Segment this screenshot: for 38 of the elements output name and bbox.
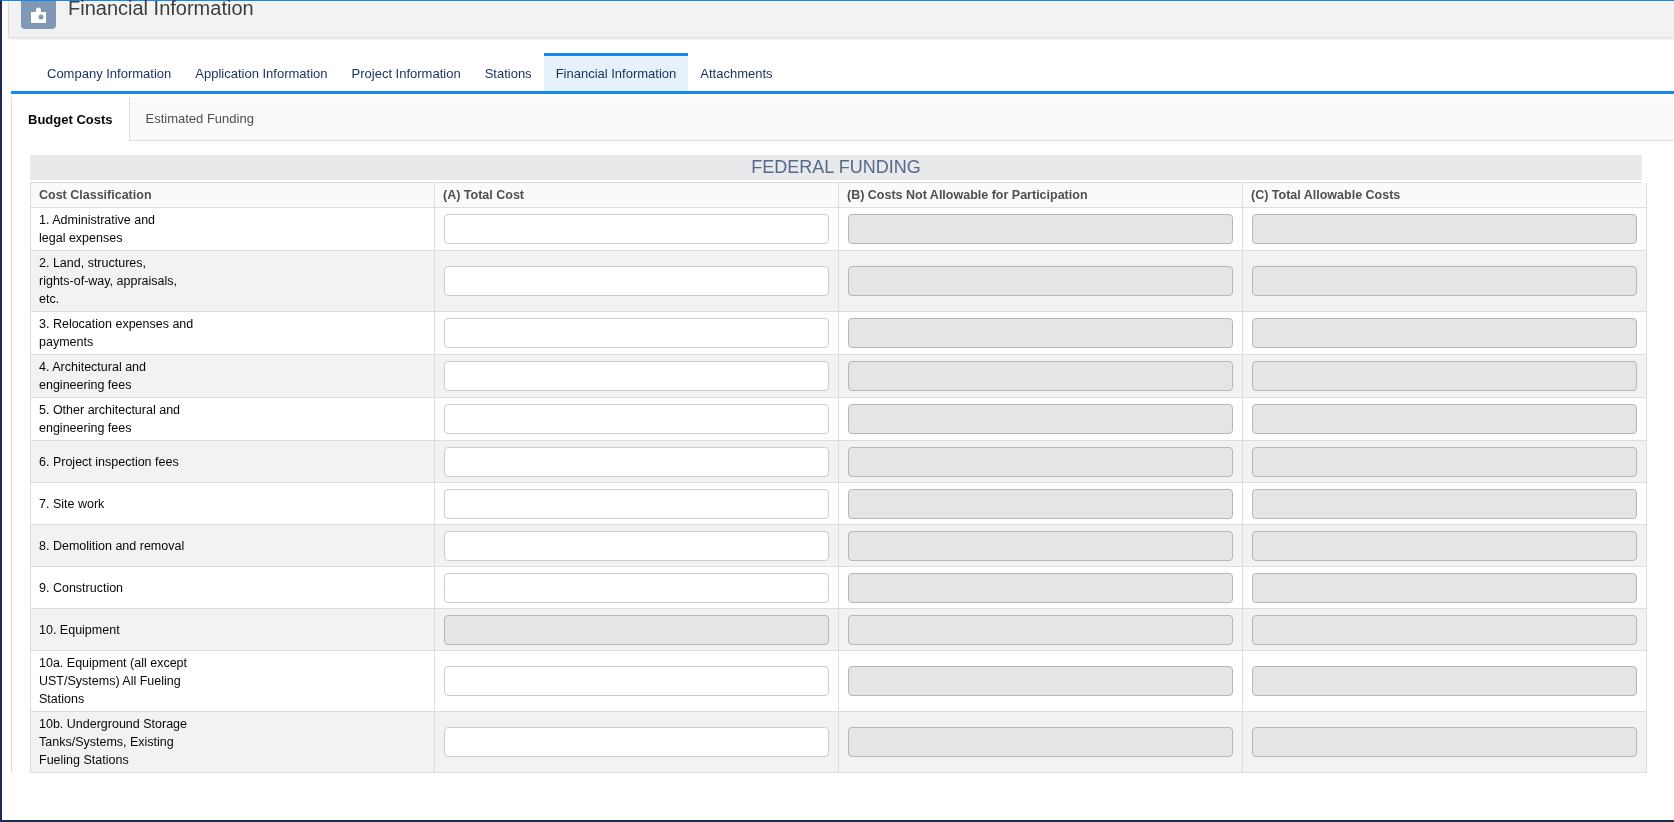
input-field[interactable] (444, 530, 829, 561)
row-label: 1. Administrative and legal expenses (39, 212, 156, 247)
row-label: 6. Project inspection fees (39, 453, 179, 471)
column-header: Cost Classification (31, 183, 435, 208)
tab[interactable]: Attachments (688, 53, 785, 91)
tab[interactable]: Project Information (339, 53, 473, 91)
input-field[interactable] (444, 727, 829, 757)
row-label: 3. Relocation expenses and payments (39, 316, 194, 351)
row-label: 10a. Equipment (all except UST/Systems) All Fueling Stations (39, 655, 187, 708)
input-field[interactable] (444, 446, 829, 477)
puzzle-piece-icon (21, 1, 56, 29)
tab[interactable]: Budget Costs (12, 97, 130, 141)
input-field[interactable] (444, 488, 829, 519)
tab[interactable]: Estimated Funding (129, 97, 270, 140)
row-label: 9. Construction (39, 579, 124, 597)
input-field[interactable] (444, 266, 829, 296)
input-field[interactable] (444, 361, 829, 391)
input-field[interactable] (444, 404, 829, 434)
page-title: Financial Information (68, 0, 254, 20)
row-label: 4. Architectural and engineering fees (39, 359, 146, 394)
input-field[interactable] (444, 572, 829, 603)
tab[interactable]: Stations (472, 53, 544, 91)
input-field[interactable] (444, 318, 829, 348)
row-label: 10. Equipment (39, 621, 120, 639)
row-label: 10b. Underground Storage Tanks/Systems, Existing Fueling Stations (39, 716, 188, 769)
tab[interactable]: Financial Information (543, 53, 689, 91)
input-field[interactable] (444, 666, 829, 696)
row-label: 8. Demolition and removal (39, 537, 185, 555)
section-title: FEDERAL FUNDING (30, 155, 1642, 180)
row-label: 7. Site work (39, 495, 105, 513)
row-label: 2. Land, structures, rights-of-way, appraisals, etc. (39, 255, 177, 308)
tab[interactable]: Company Information (35, 53, 184, 91)
column-header: (B) Costs Not Allowable for Participation (839, 183, 1243, 208)
column-header: (A) Total Cost (435, 183, 839, 208)
input-field[interactable] (444, 214, 829, 244)
tab[interactable]: Application Information (183, 53, 340, 91)
row-label: 5. Other architectural and engineering fees (39, 402, 181, 437)
column-header: (C) Total Allowable Costs (1243, 183, 1647, 208)
